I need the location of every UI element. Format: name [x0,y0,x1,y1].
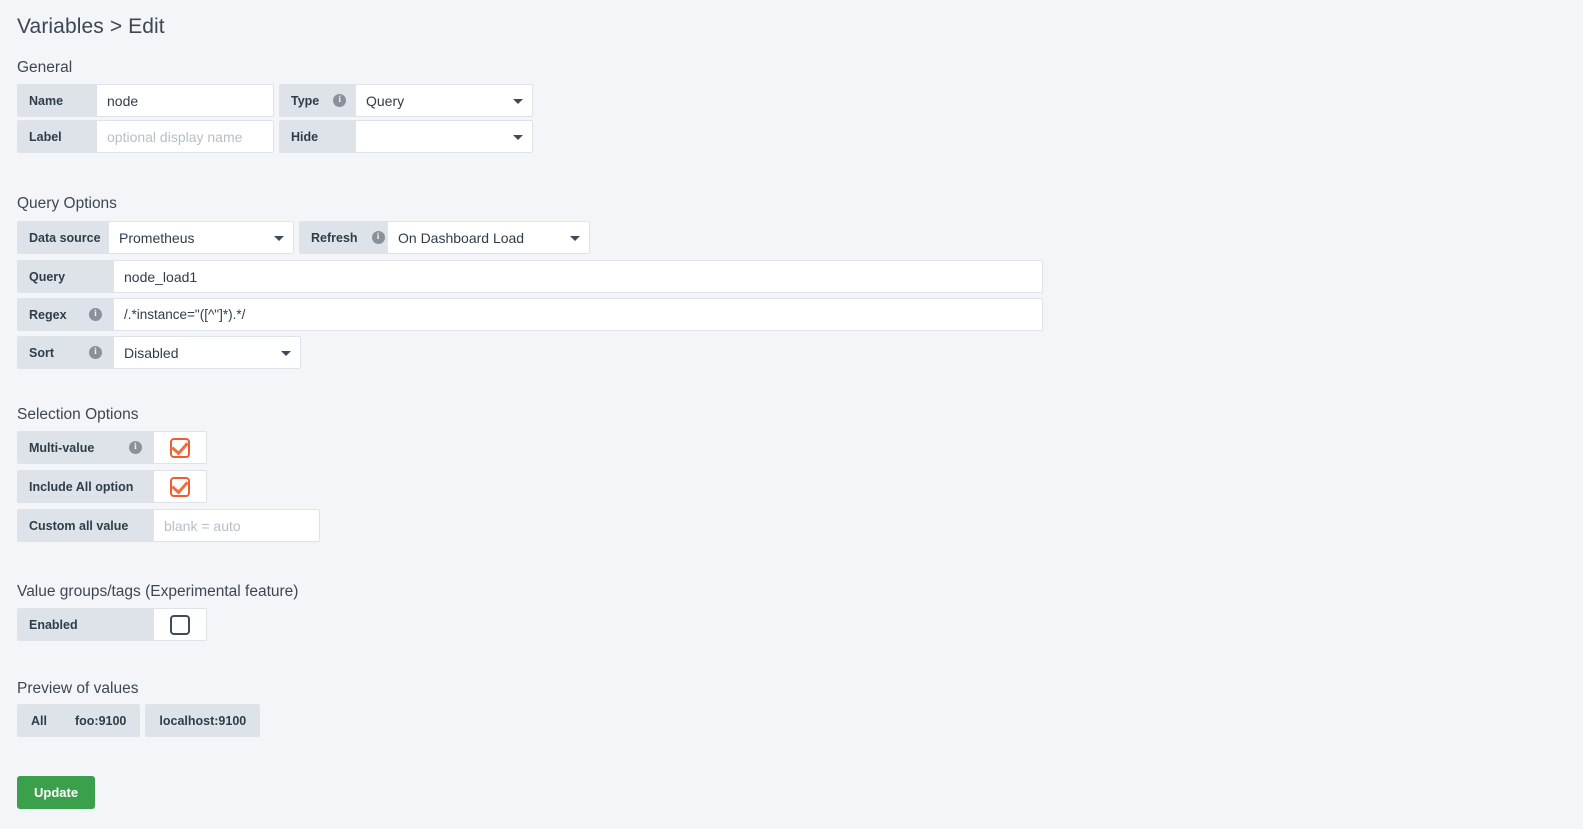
chevron-down-icon [274,235,284,241]
preview-value-chip: foo:9100 [60,704,141,737]
section-title-query-options: Query Options [17,195,117,212]
query-options-rows: Data source Prometheus Refresh i On Dash… [17,221,1043,369]
name-input-value: node [107,92,139,109]
include-all-label: Include All option [17,470,154,503]
regex-label: Regex i [17,298,114,331]
sort-label: Sort i [17,336,114,369]
refresh-select[interactable]: On Dashboard Load [388,221,590,254]
preview-value-chip: All [17,704,61,737]
checkbox-checked-icon [170,476,190,497]
type-label-text: Type [291,93,320,108]
sort-select[interactable]: Disabled [114,336,301,369]
custom-all-value-input[interactable]: blank = auto [154,509,320,542]
refresh-label: Refresh i [299,221,388,254]
type-select-value: Query [366,92,405,109]
page-title: Variables > Edit [17,15,165,38]
general-row-1: Name node Type i Query Label optional di… [17,84,533,153]
label-label: Label [17,120,97,153]
checkbox-checked-icon [170,437,190,458]
preview-values: All foo:9100 localhost:9100 [17,704,261,737]
info-icon: i [89,346,102,359]
refresh-label-text: Refresh [311,230,358,245]
sort-select-value: Disabled [124,344,179,361]
chevron-down-icon [570,235,580,241]
query-input[interactable]: node_load1 [114,260,1043,293]
custom-all-value-placeholder: blank = auto [164,517,241,534]
info-icon: i [129,441,142,454]
hide-select[interactable] [356,120,533,153]
query-input-value: node_load1 [124,268,198,285]
type-label: Type i [279,84,356,117]
name-label: Name [17,84,97,117]
regex-input[interactable]: /.*instance="([^"]*).*/ [114,298,1043,331]
value-groups-rows: Enabled [17,608,207,641]
regex-label-text: Regex [29,307,67,322]
data-source-select-value: Prometheus [119,229,195,246]
label-input[interactable]: optional display name [97,120,274,153]
name-input[interactable]: node [97,84,274,117]
section-title-value-groups: Value groups/tags (Experimental feature) [17,583,299,600]
chevron-down-icon [513,98,523,104]
custom-all-value-label: Custom all value [17,509,154,542]
variable-edit-page: Variables > Edit General Name node Type … [0,0,1583,829]
hide-label: Hide [279,120,356,153]
multi-value-label-text: Multi-value [29,440,95,455]
query-label: Query [17,260,114,293]
preview-chip-group: All foo:9100 [17,704,141,737]
selection-options-rows: Multi-value i Include All option Custom … [17,431,320,542]
enabled-label: Enabled [17,608,154,641]
chevron-down-icon [513,134,523,140]
data-source-label: Data source [17,221,109,254]
include-all-checkbox[interactable] [154,470,207,503]
chevron-down-icon [281,350,291,356]
multi-value-label: Multi-value i [17,431,154,464]
update-button[interactable]: Update [17,776,96,809]
info-icon: i [89,308,102,321]
refresh-select-value: On Dashboard Load [398,229,525,246]
enabled-checkbox[interactable] [154,608,207,641]
info-icon: i [333,94,347,107]
label-input-placeholder: optional display name [107,128,243,145]
checkbox-unchecked-icon [170,614,190,635]
section-title-general: General [17,59,73,76]
regex-input-value: /.*instance="([^"]*).*/ [124,307,246,322]
section-title-selection-options: Selection Options [17,406,139,423]
section-title-preview: Preview of values [17,680,139,697]
sort-label-text: Sort [29,345,54,360]
info-icon: i [371,231,385,244]
preview-value-chip: localhost:9100 [145,704,261,737]
data-source-select[interactable]: Prometheus [109,221,294,254]
multi-value-checkbox[interactable] [154,431,207,464]
type-select[interactable]: Query [356,84,533,117]
